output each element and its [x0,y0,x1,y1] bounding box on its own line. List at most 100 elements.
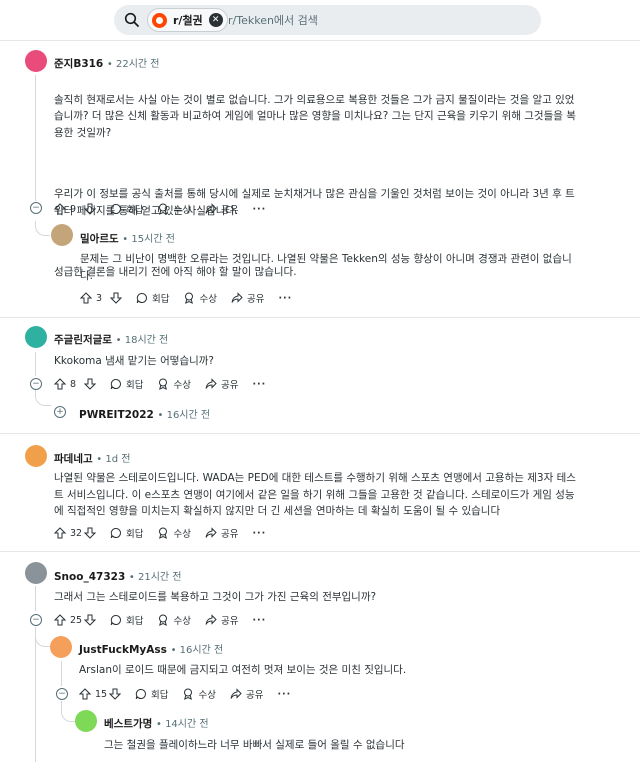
avatar[interactable] [25,562,47,584]
expand-thread-icon[interactable]: + [54,406,66,418]
award-icon [159,527,168,539]
comment-author[interactable]: Snoo_47323 • 21시간 전 [54,568,182,583]
thread-line[interactable] [61,661,62,686]
upvote-icon [54,614,66,626]
vote-count: 8 [70,378,77,390]
upvote-button[interactable]: 15 [79,688,109,700]
more-options-button[interactable]: ··· [277,689,291,700]
upvote-icon [54,203,66,215]
comment-bubble-icon [110,378,121,390]
avatar[interactable] [25,326,47,348]
comment-bubble-icon [110,614,121,626]
comment-author[interactable]: 주글린저글로 • 18시간 전 [54,331,168,347]
avatar[interactable] [25,445,47,467]
comment-actions: 9 회답 수상 공유 ··· [54,201,266,217]
more-options-button[interactable]: ··· [252,379,266,390]
share-button[interactable]: 공유 [230,687,263,701]
upvote-button[interactable]: 8 [54,378,84,390]
collapse-thread-icon[interactable]: − [56,688,68,700]
award-button[interactable]: 수상 [183,291,217,305]
thread-line[interactable] [35,352,36,376]
award-button[interactable]: 수상 [157,202,191,216]
vote-count: 32 [70,527,83,539]
comment-body: 그는 철권을 플레이하느라 너무 바빠서 실제로 들어 올릴 수 없습니다 [104,739,405,751]
share-button[interactable]: 공유 [231,291,264,305]
comment-actions: 25 회답 수상 공유 ··· [54,612,266,628]
share-button[interactable]: 공유 [205,613,238,627]
comment-body: Kkokoma 냄새 맡기는 어떻습니까? [54,355,214,367]
comment-author[interactable]: JustFuckMyAss • 16시간 전 [79,641,223,656]
close-icon[interactable]: ✕ [208,13,223,27]
share-icon [205,378,217,389]
comment-author[interactable]: 준지B316 • 22시간 전 [54,55,160,71]
search-input[interactable] [228,12,528,28]
award-icon [159,203,168,215]
subreddit-chip-label: r/철권 [173,14,203,27]
share-icon [205,614,217,625]
more-options-button[interactable]: ··· [252,204,266,215]
reply-button[interactable]: 회답 [110,377,143,391]
downvote-button[interactable] [84,203,96,215]
share-button[interactable]: 공유 [205,377,238,391]
subreddit-chip: r/철권 ✕ [147,8,228,32]
comment-actions: 3 회답 수상 공유 ··· [80,290,292,306]
upvote-button[interactable]: 25 [54,614,84,626]
share-button[interactable]: 공유 [205,202,238,216]
thread-line[interactable] [35,586,36,611]
avatar[interactable] [51,224,73,246]
downvote-button[interactable] [84,614,96,626]
comment-actions: 8 회답 수상 공유 ··· [54,376,266,392]
search-bar[interactable]: r/철권 ✕ [114,5,541,35]
collapse-thread-icon[interactable]: − [30,614,42,626]
comment-divider [0,317,640,318]
collapsed-comment-author[interactable]: PWREIT2022 • 16시간 전 [79,406,210,421]
comment-body: 문제는 그 비난이 명백한 오류라는 것입니다. 나열된 약물은 Tekken의… [80,253,572,282]
thread-line[interactable] [35,75,36,201]
comment-body: Arslan이 로이드 때문에 금지되고 여전히 멋져 보이는 것은 미친 짓입… [79,664,407,676]
upvote-icon [79,688,91,700]
avatar[interactable] [75,710,97,732]
search-icon [124,12,139,27]
top-bar: r/철권 ✕ [0,0,640,40]
thread-line [35,641,36,762]
award-button[interactable]: 수상 [157,613,191,627]
upvote-button[interactable]: 9 [54,203,84,215]
award-button[interactable]: 수상 [157,377,191,391]
comment-body: 나열된 약물은 스테로이드입니다. WADA는 PED에 대한 테스트를 수행하… [54,472,576,517]
thread-branch [35,390,51,406]
comment-actions: 15 회답 수상 공유 ··· [79,686,291,702]
comment-thread: 준지B316 • 22시간 전 솔직히 현재로서는 사실 아는 것이 별로 없습… [0,41,640,762]
comment-divider [0,551,640,552]
more-options-button[interactable]: ··· [278,293,292,304]
upvote-button[interactable]: 32 [54,527,84,539]
award-button[interactable]: 수상 [157,526,191,540]
upvote-icon [54,378,66,390]
comment-body: 그래서 그는 스테로이드를 복용하고 그것이 그가 가진 근육의 전부입니까? [54,591,377,603]
downvote-icon [110,292,122,304]
more-options-button[interactable]: ··· [252,615,266,626]
reply-button[interactable]: 회답 [110,613,143,627]
downvote-button[interactable] [84,527,96,539]
award-icon [159,378,168,390]
downvote-button[interactable] [110,292,122,304]
avatar[interactable] [50,636,72,658]
upvote-icon [80,292,92,304]
comment-author[interactable]: 밀아르도 • 15시간 전 [80,230,175,246]
more-options-button[interactable]: ··· [252,528,266,539]
collapse-thread-icon[interactable]: − [30,202,42,214]
collapse-thread-icon[interactable]: − [30,378,42,390]
reply-button[interactable]: 회답 [136,291,169,305]
award-button[interactable]: 수상 [182,687,216,701]
comment-author[interactable]: 파데네고 • 1d 전 [54,450,130,466]
comment-author[interactable]: 베스트가명 • 14시간 전 [104,715,209,731]
reply-button[interactable]: 회답 [110,202,143,216]
avatar[interactable] [25,50,47,72]
thread-branch [35,627,50,647]
reply-button[interactable]: 회답 [110,526,143,540]
downvote-button[interactable] [84,378,96,390]
reply-button[interactable]: 회답 [135,687,168,701]
share-icon [230,688,242,699]
upvote-button[interactable]: 3 [80,292,110,304]
share-button[interactable]: 공유 [205,526,238,540]
downvote-button[interactable] [109,688,121,700]
